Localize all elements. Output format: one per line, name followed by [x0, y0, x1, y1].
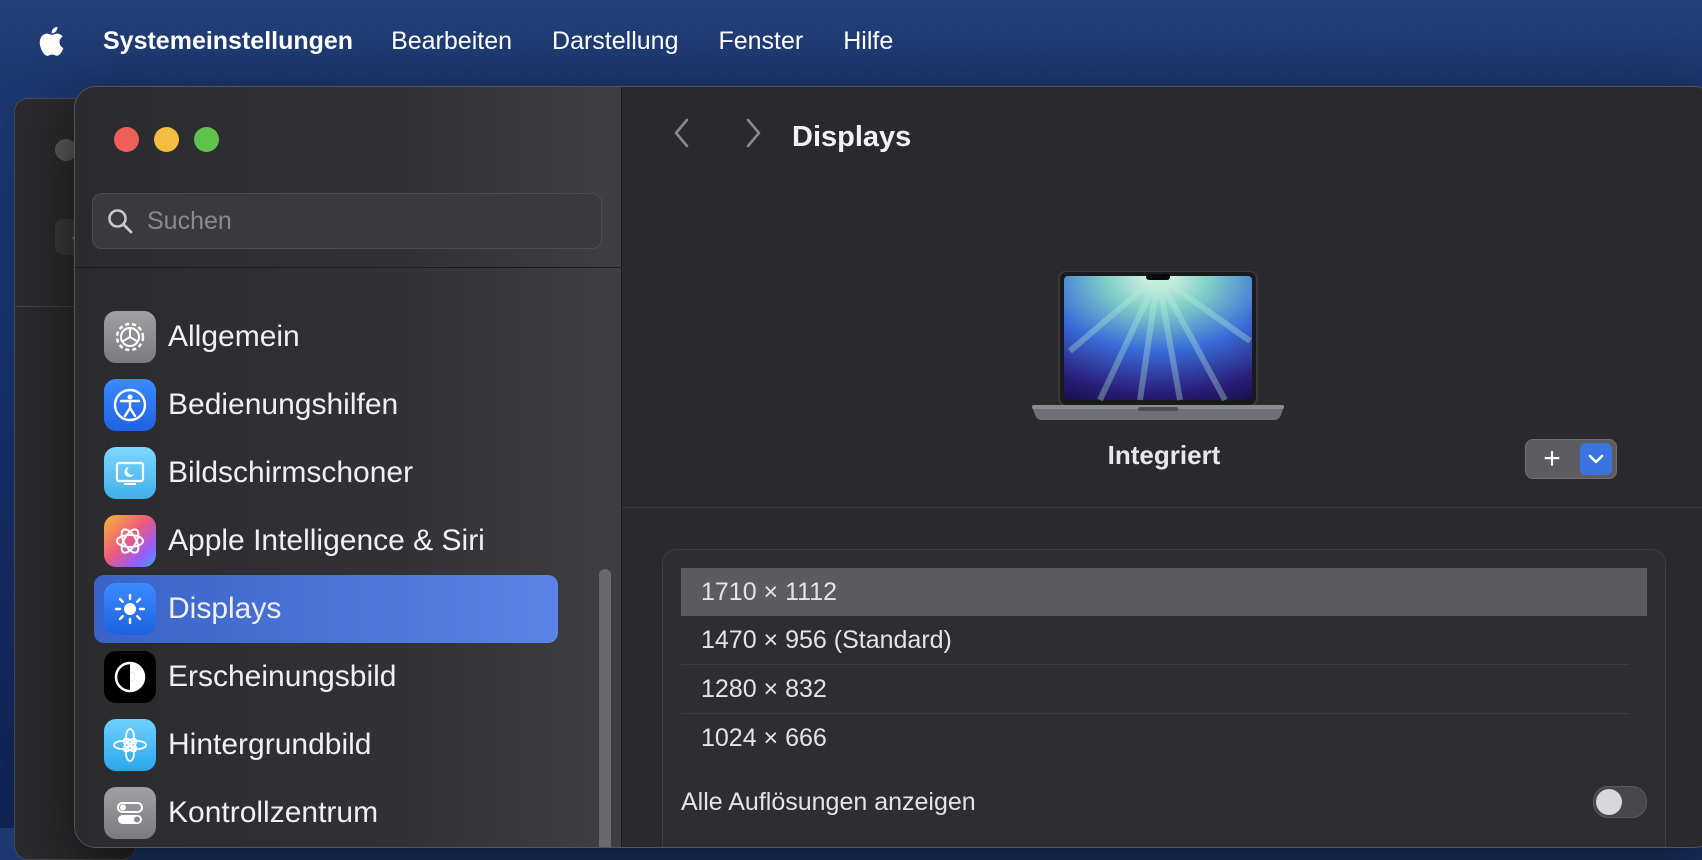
- show-all-resolutions-row: Alle Auflösungen anzeigen: [681, 782, 1647, 822]
- flower-icon: [104, 719, 156, 771]
- plus-icon[interactable]: +: [1526, 440, 1578, 478]
- chevron-left-icon[interactable]: [662, 113, 702, 153]
- resolution-option[interactable]: 1470 × 956 (Standard): [681, 616, 1629, 665]
- search-input[interactable]: [145, 205, 569, 237]
- accessibility-icon: [104, 379, 156, 431]
- minimize-button[interactable]: [154, 127, 179, 152]
- page-title: Displays: [792, 121, 912, 153]
- sidebar-item-label: Hintergrundbild: [168, 728, 372, 761]
- search-field[interactable]: [92, 193, 602, 249]
- apple-menu-icon[interactable]: [36, 24, 66, 58]
- sidebar-item-erscheinungsbild[interactable]: Erscheinungsbild: [94, 643, 558, 711]
- sidebar-item-label: Apple Intelligence & Siri: [168, 524, 485, 557]
- screensaver-icon: [104, 447, 156, 499]
- toolbar: Displays: [622, 87, 1702, 177]
- show-all-resolutions-toggle[interactable]: [1593, 786, 1647, 818]
- resolution-panel: 1710 × 1112 1470 × 956 (Standard) 1280 ×…: [662, 549, 1666, 847]
- resolution-option[interactable]: 1280 × 832: [681, 665, 1629, 714]
- sidebar-scrollbar[interactable]: [599, 569, 611, 847]
- menu-item-bearbeiten[interactable]: Bearbeiten: [391, 27, 512, 56]
- zoom-button[interactable]: [194, 127, 219, 152]
- sidebar-item-label: Displays: [168, 592, 282, 625]
- chevron-down-icon[interactable]: [1580, 443, 1612, 475]
- sidebar-item-allgemein[interactable]: Allgemein: [94, 303, 558, 371]
- sidebar-item-displays[interactable]: Displays: [94, 575, 558, 643]
- menu-item-darstellung[interactable]: Darstellung: [552, 27, 678, 56]
- menu-item-hilfe[interactable]: Hilfe: [843, 27, 893, 56]
- search-icon: [105, 206, 135, 236]
- appearance-icon: [104, 651, 156, 703]
- settings-window: Allgemein Bedienungshilfen Bildschirmsch…: [74, 86, 1702, 848]
- resolution-option[interactable]: 1024 × 666: [681, 714, 1629, 762]
- sidebar-item-apple-intelligence-siri[interactable]: Apple Intelligence & Siri: [94, 507, 558, 575]
- sidebar-item-label: Bildschirmschoner: [168, 456, 414, 489]
- sun-icon: [104, 583, 156, 635]
- resolution-option[interactable]: 1710 × 1112: [681, 568, 1647, 616]
- sidebar-divider: [75, 267, 621, 268]
- sidebar-item-bildschirmschoner[interactable]: Bildschirmschoner: [94, 439, 558, 507]
- sidebar-item-hintergrundbild[interactable]: Hintergrundbild: [94, 711, 558, 779]
- sidebar-item-label: Bedienungshilfen: [168, 388, 399, 421]
- menu-item-fenster[interactable]: Fenster: [718, 27, 803, 56]
- resolution-list: 1710 × 1112 1470 × 956 (Standard) 1280 ×…: [681, 568, 1647, 762]
- control-center-icon: [104, 787, 156, 839]
- laptop-image[interactable]: [1030, 270, 1286, 421]
- close-button[interactable]: [114, 127, 139, 152]
- sidebar-item-kontrollzentrum[interactable]: Kontrollzentrum: [94, 779, 558, 847]
- chevron-right-icon[interactable]: [733, 113, 773, 153]
- sidebar-item-label: Kontrollzentrum: [168, 796, 379, 829]
- sidebar-item-label: Allgemein: [168, 320, 300, 353]
- content-divider: [622, 507, 1702, 508]
- add-display-control[interactable]: +: [1525, 439, 1617, 479]
- sidebar-item-bedienungshilfen[interactable]: Bedienungshilfen: [94, 371, 558, 439]
- toggle-knob: [1596, 789, 1622, 815]
- gear-icon: [104, 311, 156, 363]
- menu-bar: Systemeinstellungen Bearbeiten Darstellu…: [0, 0, 1702, 82]
- sidebar-list: Allgemein Bedienungshilfen Bildschirmsch…: [94, 303, 646, 847]
- sidebar: Allgemein Bedienungshilfen Bildschirmsch…: [75, 87, 622, 847]
- sidebar-item-label: Erscheinungsbild: [168, 660, 397, 693]
- menu-app-name[interactable]: Systemeinstellungen: [103, 27, 353, 56]
- apple-intelligence-icon: [104, 515, 156, 567]
- content-pane: Displays Integriert + 1710 × 1112 1470 ×…: [622, 87, 1702, 847]
- show-all-resolutions-label: Alle Auflösungen anzeigen: [681, 787, 976, 816]
